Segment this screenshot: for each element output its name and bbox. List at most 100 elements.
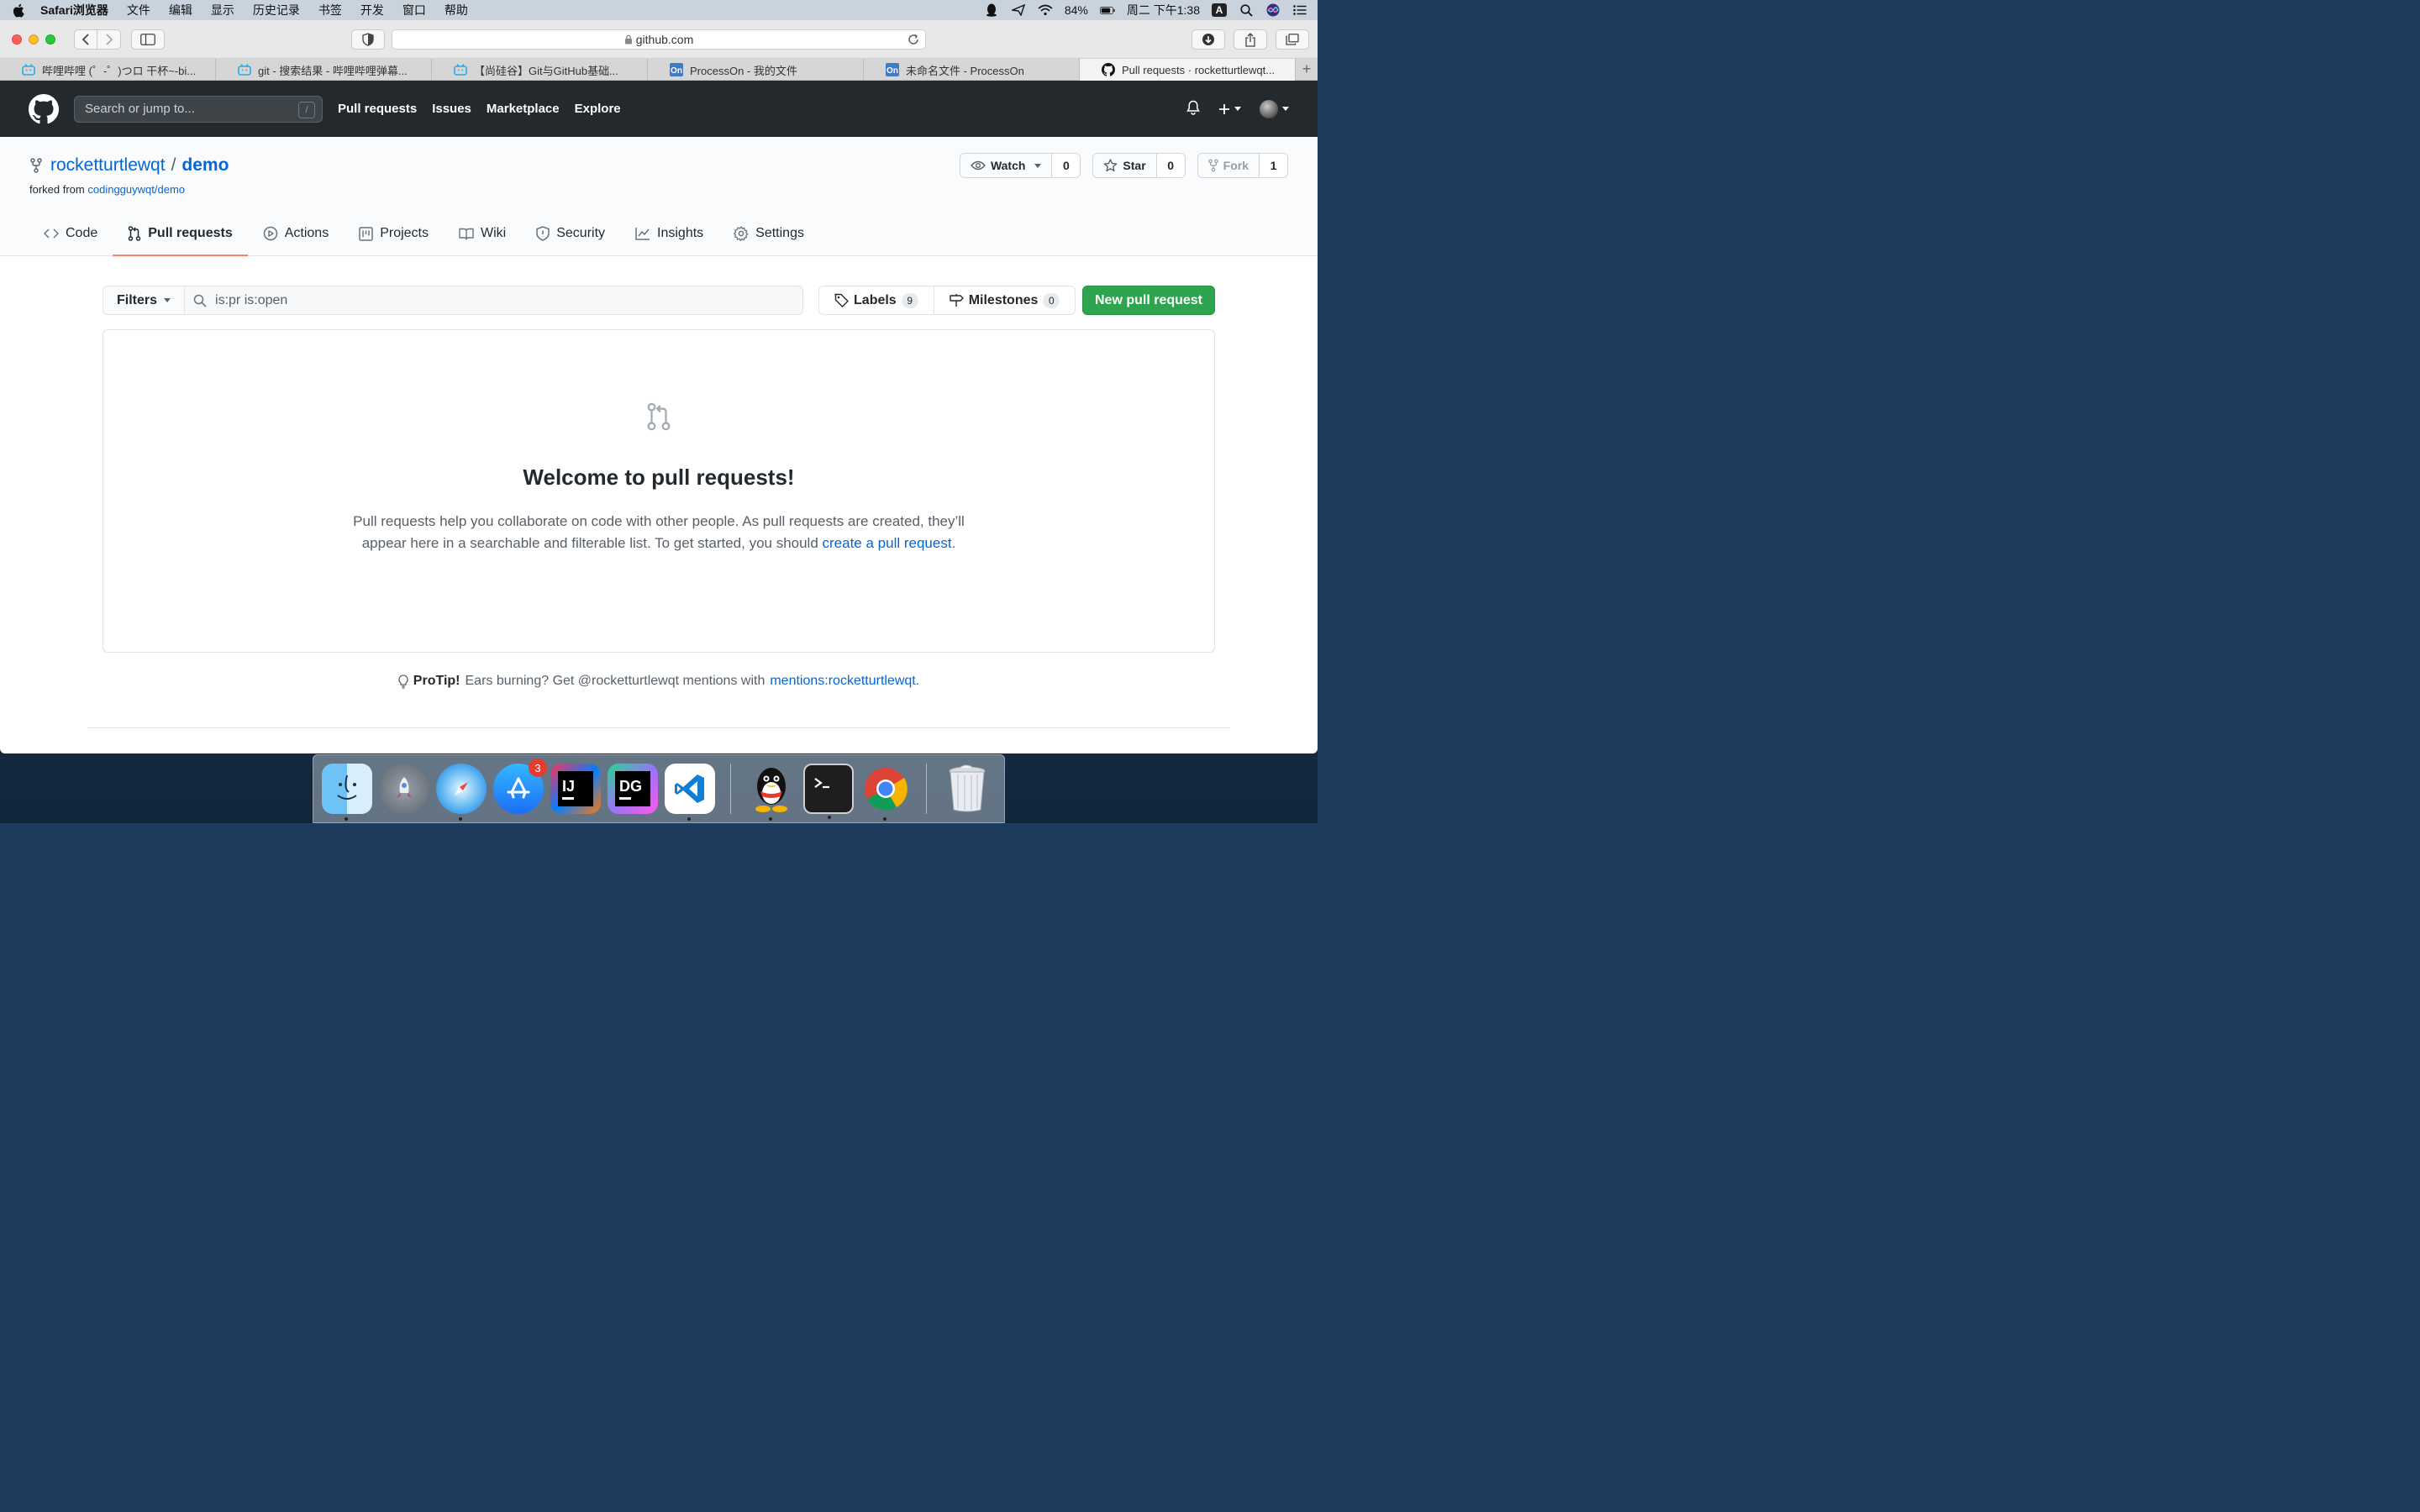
repo-owner-link[interactable]: rocketturtlewqt	[50, 155, 166, 176]
create-new-dropdown[interactable]	[1218, 103, 1241, 115]
privacy-report-button[interactable]	[351, 29, 385, 50]
nav-marketplace[interactable]: Marketplace	[487, 102, 560, 116]
minimize-window-button[interactable]	[29, 34, 39, 45]
new-tab-button[interactable]: +	[1296, 59, 1318, 80]
share-button[interactable]	[1234, 29, 1267, 50]
mentions-link[interactable]: mentions:rocketturtlewqt	[770, 674, 915, 688]
github-header-actions	[1186, 99, 1289, 118]
star-count[interactable]: 0	[1155, 154, 1185, 177]
browser-tab[interactable]: On 未命名文件 - ProcessOn	[864, 59, 1080, 81]
send-icon[interactable]	[1011, 3, 1026, 17]
menu-clock[interactable]: 周二 下午1:38	[1127, 2, 1200, 18]
bell-icon[interactable]	[1186, 100, 1200, 118]
processon-icon: On	[670, 63, 683, 76]
menu-edit[interactable]: 编辑	[169, 2, 192, 18]
close-window-button[interactable]	[12, 34, 22, 45]
menu-view[interactable]: 显示	[211, 2, 234, 18]
search-input[interactable]: is:pr is:open	[185, 286, 804, 315]
watch-count[interactable]: 0	[1051, 154, 1081, 177]
svg-text:On: On	[671, 66, 682, 76]
blankslate-text-end: .	[951, 535, 956, 551]
browser-tab[interactable]: On ProcessOn - 我的文件	[648, 59, 864, 81]
safari-icon[interactable]	[436, 764, 487, 821]
nav-pull-requests[interactable]: Pull requests	[338, 102, 417, 116]
battery-icon[interactable]	[1099, 3, 1115, 17]
downloads-button[interactable]	[1192, 29, 1225, 50]
launchpad-icon[interactable]	[379, 764, 429, 814]
bilibili-icon	[238, 63, 251, 76]
menu-help[interactable]: 帮助	[445, 2, 468, 18]
back-button[interactable]	[74, 29, 97, 50]
processon-icon: On	[886, 63, 899, 76]
spotlight-search-icon[interactable]	[1239, 3, 1254, 17]
fork-button[interactable]: Fork	[1197, 154, 1259, 177]
wifi-icon[interactable]	[1038, 3, 1053, 17]
nav-issues[interactable]: Issues	[432, 102, 471, 116]
tab-insights[interactable]: Insights	[620, 212, 718, 255]
tab-projects[interactable]: Projects	[344, 212, 444, 255]
tab-security[interactable]: Security	[521, 212, 620, 255]
tab-code[interactable]: Code	[29, 212, 113, 255]
reload-icon[interactable]	[907, 33, 920, 46]
repo-header: rocketturtlewqt / demo forked from codin…	[0, 137, 1318, 256]
search-query: is:pr is:open	[215, 292, 288, 307]
repo-name-link[interactable]: demo	[182, 155, 229, 176]
filters-dropdown[interactable]: Filters	[103, 286, 186, 315]
browser-tab[interactable]: git - 搜索结果 - 哔哩哔哩弹幕...	[216, 59, 432, 81]
new-pull-request-button[interactable]: New pull request	[1082, 286, 1215, 315]
menu-bookmarks[interactable]: 书签	[318, 2, 342, 18]
nav-explore[interactable]: Explore	[575, 102, 621, 116]
terminal-icon[interactable]	[803, 764, 854, 819]
tab-label: Projects	[380, 226, 429, 240]
create-pull-request-link[interactable]: create a pull request	[823, 535, 952, 551]
user-menu-dropdown[interactable]	[1260, 99, 1289, 118]
siri-icon[interactable]	[1265, 3, 1281, 17]
forward-button[interactable]	[97, 29, 121, 50]
labels-link[interactable]: Labels 9	[819, 286, 934, 314]
tab-actions[interactable]: Actions	[248, 212, 344, 255]
tab-wiki[interactable]: Wiki	[444, 212, 521, 255]
trash-icon[interactable]	[942, 764, 992, 814]
tab-title: git - 搜索结果 - 哔哩哔哩弹幕...	[258, 64, 408, 77]
address-bar[interactable]: github.com	[392, 29, 926, 50]
tab-settings[interactable]: Settings	[718, 212, 819, 255]
window-controls	[12, 34, 55, 45]
fullscreen-window-button[interactable]	[45, 34, 55, 45]
intellij-icon[interactable]: IJ	[550, 764, 601, 814]
qq-icon[interactable]	[746, 764, 797, 821]
tab-pull-requests[interactable]: Pull requests	[113, 212, 249, 256]
github-global-nav: Pull requests Issues Marketplace Explore	[338, 102, 621, 116]
filters-label: Filters	[117, 292, 158, 307]
menu-develop[interactable]: 开发	[360, 2, 384, 18]
app-store-icon[interactable]: 3	[493, 759, 547, 814]
github-search-input[interactable]: Search or jump to... /	[74, 95, 323, 123]
finder-icon[interactable]	[322, 764, 372, 821]
chrome-icon[interactable]	[860, 764, 911, 821]
star-button[interactable]: Star	[1093, 154, 1156, 177]
browser-tab[interactable]: 【尚硅谷】Git与GitHub基础...	[432, 59, 648, 81]
gear-icon	[734, 226, 749, 241]
menu-app-name[interactable]: Safari浏览器	[40, 2, 108, 18]
sidebar-toggle-button[interactable]	[131, 29, 165, 50]
fork-count[interactable]: 1	[1259, 154, 1287, 177]
input-method-icon[interactable]: A	[1212, 3, 1227, 17]
vscode-icon[interactable]	[665, 764, 715, 821]
apple-menu-icon[interactable]	[10, 3, 25, 18]
menu-file[interactable]: 文件	[127, 2, 150, 18]
milestones-link[interactable]: Milestones 0	[933, 286, 1076, 314]
notification-center-icon[interactable]	[1292, 3, 1307, 17]
battery-percent: 84%	[1064, 3, 1088, 17]
toolbar-right-actions	[1192, 29, 1309, 50]
watch-group: Watch 0	[959, 153, 1081, 178]
menu-history[interactable]: 历史记录	[253, 2, 300, 18]
repo-nav-tabs: Code Pull requests Actions Projects Wiki…	[29, 212, 819, 256]
github-logo-icon[interactable]	[29, 93, 59, 124]
qq-status-icon[interactable]	[984, 3, 999, 17]
datagrip-icon[interactable]: DG	[608, 764, 658, 814]
tab-overview-button[interactable]	[1276, 29, 1309, 50]
browser-tab-active[interactable]: Pull requests · rocketturtlewqt...	[1080, 59, 1296, 81]
browser-tab[interactable]: 哔哩哔哩 (゜-゜)つロ 干杯~-bi...	[0, 59, 216, 81]
menu-window[interactable]: 窗口	[402, 2, 426, 18]
watch-button[interactable]: Watch	[960, 154, 1052, 177]
forked-source-link[interactable]: codingguywqt/demo	[87, 183, 185, 196]
